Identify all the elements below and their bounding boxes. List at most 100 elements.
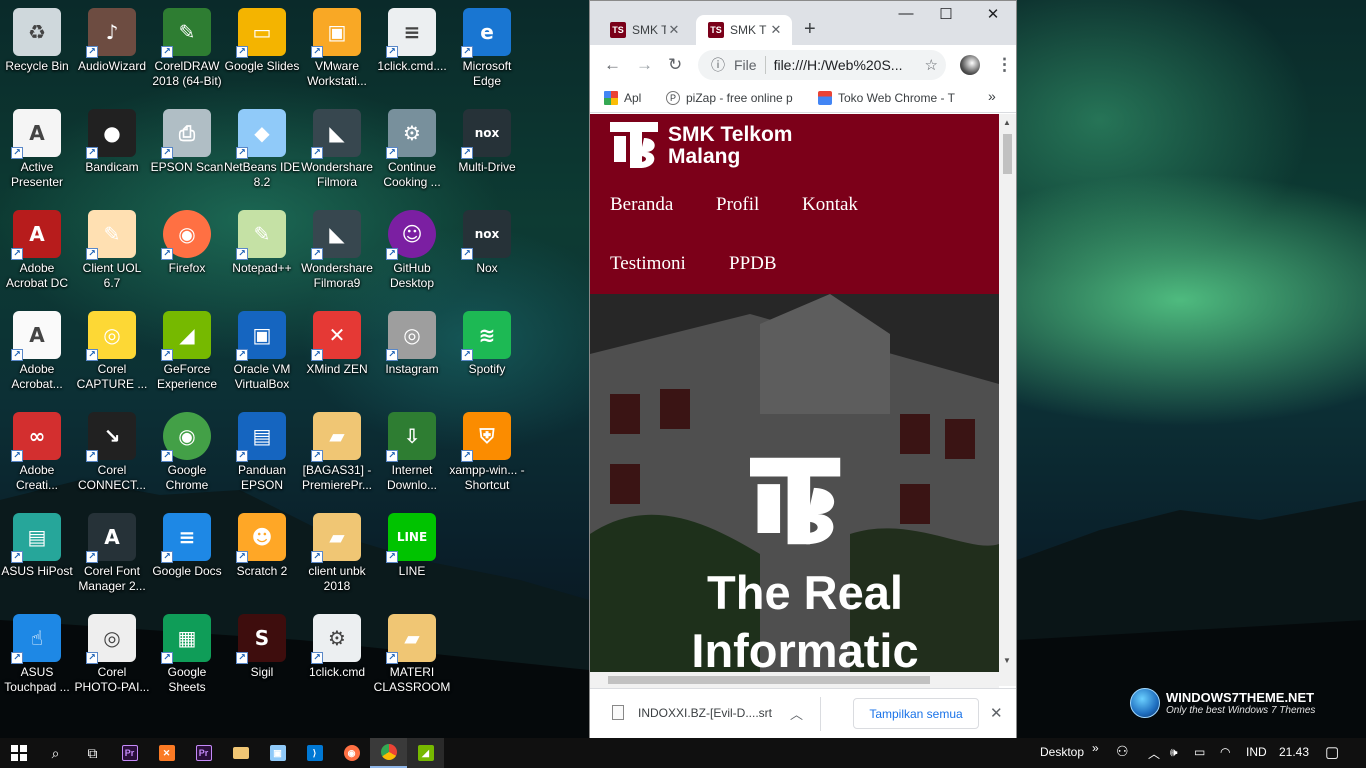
horizontal-scroll-thumb[interactable] — [608, 676, 930, 684]
desktop-icon[interactable]: ⎙ ↗ EPSON Scan — [150, 101, 224, 199]
toolbar-overflow-icon[interactable]: » — [1092, 741, 1099, 755]
desktop-icon[interactable]: ◎ ↗ Instagram — [375, 303, 449, 401]
desktop-icon[interactable]: ◣ ↗ Wondershare Filmora — [300, 101, 374, 199]
desktop-icon[interactable]: ▣ ↗ VMware Workstati... — [300, 0, 374, 98]
start-button[interactable] — [0, 738, 37, 768]
new-tab-button[interactable]: + — [804, 18, 816, 41]
desktop-icon[interactable]: ⚙ ↗ 1click.cmd — [300, 606, 374, 704]
desktop-icon[interactable]: ♪ ↗ AudioWizard — [75, 0, 149, 98]
desktop-icon[interactable]: ◢ ↗ GeForce Experience — [150, 303, 224, 401]
address-bar[interactable]: ⓘ File file:///H:/Web%20S... ☆ — [698, 50, 946, 80]
language-indicator[interactable]: IND — [1246, 745, 1267, 759]
close-window-button[interactable]: ✕ — [977, 5, 1009, 27]
show-all-downloads-button[interactable]: Tampilkan semua — [853, 698, 979, 729]
desktop-icon[interactable]: A ↗ Corel Font Manager 2... — [75, 505, 149, 603]
chevron-up-icon[interactable]: ︿ — [1148, 745, 1160, 762]
geforce-taskbar-icon[interactable]: ◢ — [407, 738, 444, 768]
maximize-button[interactable]: ☐ — [930, 5, 962, 27]
desktop-icon[interactable]: ▣ ↗ Oracle VM VirtualBox — [225, 303, 299, 401]
tab-smk-telkom-1[interactable]: TS SMK T ✕ — [598, 15, 690, 45]
forward-arrow-icon[interactable]: → — [636, 55, 653, 75]
desktop-icon[interactable]: ∞ ↗ Adobe Creati... — [0, 404, 74, 502]
desktop-icon[interactable]: S ↗ Sigil — [225, 606, 299, 704]
horizontal-scrollbar[interactable] — [590, 672, 999, 688]
desktop-icon[interactable]: ↘ ↗ Corel CONNECT... — [75, 404, 149, 502]
desktop-icon[interactable]: A ↗ Adobe Acrobat DC — [0, 202, 74, 300]
tab-close-icon[interactable]: ✕ — [768, 22, 784, 38]
file-explorer-taskbar-icon[interactable] — [222, 738, 259, 768]
battery-icon[interactable]: ▭ — [1194, 745, 1205, 759]
premiere-pro-taskbar-icon[interactable]: Pr — [111, 738, 148, 768]
task-view-icon[interactable]: ⧉ — [74, 738, 111, 768]
reload-icon[interactable]: ↻ — [668, 55, 682, 75]
desktop-icon[interactable]: ≡ ↗ Google Docs — [150, 505, 224, 603]
kebab-menu-icon[interactable]: ⋮ — [996, 55, 1013, 75]
scroll-down-arrow-icon[interactable]: ▼ — [1003, 656, 1011, 665]
desktop-icon[interactable]: ◎ ↗ Corel CAPTURE ... — [75, 303, 149, 401]
desktop-icon[interactable]: ✎ ↗ Client UOL 6.7 — [75, 202, 149, 300]
nav-kontak[interactable]: Kontak — [802, 194, 858, 216]
desktop-icon[interactable]: ▤ ↗ Panduan EPSON — [225, 404, 299, 502]
nav-testimoni[interactable]: Testimoni — [610, 253, 686, 275]
desktop-icon[interactable]: ☺ ↗ GitHub Desktop — [375, 202, 449, 300]
bookmarks-overflow-icon[interactable]: » — [988, 88, 996, 104]
chevron-up-icon[interactable]: ︿ — [790, 704, 803, 723]
desktop-icon[interactable]: ▰ ↗ [BAGAS31] - PremierePr... — [300, 404, 374, 502]
desktop-icon[interactable]: ◣ ↗ Wondershare Filmora9 — [300, 202, 374, 300]
desktop-icon[interactable]: A ↗ Active Presenter — [0, 101, 74, 199]
desktop-icon[interactable]: ◉ ↗ Google Chrome — [150, 404, 224, 502]
info-circle-icon[interactable]: ⓘ — [708, 55, 728, 75]
desktop-icon[interactable]: ▦ ↗ Google Sheets — [150, 606, 224, 704]
bookmark-pizap[interactable]: P piZap - free online p — [666, 91, 793, 105]
vertical-scroll-thumb[interactable] — [1003, 134, 1012, 174]
profile-avatar[interactable] — [960, 55, 980, 75]
desktop-icon[interactable]: ▭ ↗ Google Slides — [225, 0, 299, 98]
desktop-icon[interactable]: ◎ ↗ Corel PHOTO-PAI... — [75, 606, 149, 704]
nav-profil[interactable]: Profil — [716, 194, 759, 216]
chrome-taskbar-icon[interactable] — [370, 738, 407, 768]
clock[interactable]: 21.43 — [1279, 745, 1309, 759]
vertical-scrollbar[interactable]: ▲ ▼ — [999, 114, 1016, 686]
download-item[interactable]: INDOXXI.BZ-[Evil-D....srt — [612, 705, 772, 720]
bookmark-webstore[interactable]: Toko Web Chrome - T — [818, 91, 955, 105]
desktop-icon[interactable]: ▰ ↗ MATERI CLASSROOM — [374, 606, 450, 704]
firefox-taskbar-icon[interactable]: ◉ — [333, 738, 370, 768]
desktop-icon[interactable]: LINE ↗ LINE — [375, 505, 449, 603]
bookmark-star-icon[interactable]: ☆ — [925, 56, 938, 74]
desktop-icon[interactable]: ● ↗ Bandicam — [75, 101, 149, 199]
nav-ppdb[interactable]: PPDB — [729, 253, 777, 275]
people-icon[interactable]: ⚇ — [1116, 743, 1129, 760]
wifi-icon[interactable]: ◠ — [1220, 745, 1230, 759]
desktop-icon[interactable]: ✕ ↗ XMind ZEN — [300, 303, 374, 401]
desktop-icon[interactable]: ⇩ ↗ Internet Downlo... — [375, 404, 449, 502]
speaker-icon[interactable]: 🕪 — [1170, 745, 1178, 760]
desktop-icon[interactable]: ≡ ↗ 1click.cmd.... — [375, 0, 449, 98]
search-icon[interactable]: ⌕ — [37, 738, 74, 768]
url-text[interactable]: file:///H:/Web%20S... — [774, 57, 924, 73]
back-arrow-icon[interactable]: ← — [604, 55, 621, 75]
desktop-icon[interactable]: ⚙ ↗ Continue Cooking ... — [375, 101, 449, 199]
desktop-icon[interactable]: ≋ ↗ Spotify — [450, 303, 524, 401]
bookmark-apps[interactable]: Apl — [604, 91, 641, 105]
desktop-icon[interactable]: ☻ ↗ Scratch 2 — [225, 505, 299, 603]
minimize-button[interactable]: — — [890, 5, 922, 27]
desktop-icon[interactable]: nox ↗ Multi-Drive — [450, 101, 524, 199]
tab-smk-telkom-2[interactable]: TS SMK T ✕ — [696, 15, 792, 45]
close-download-shelf-icon[interactable]: ✕ — [990, 704, 1003, 722]
vscode-taskbar-icon[interactable]: ⟩ — [296, 738, 333, 768]
virtualbox-taskbar-icon[interactable]: ▣ — [259, 738, 296, 768]
desktop-icon[interactable]: ✎ ↗ Notepad++ — [225, 202, 299, 300]
desktop-icon[interactable]: e ↗ Microsoft Edge — [450, 0, 524, 98]
desktop-icon[interactable]: ▤ ↗ ASUS HiPost — [0, 505, 74, 603]
desktop-icon[interactable]: ☝ ↗ ASUS Touchpad ... — [0, 606, 74, 704]
action-center-icon[interactable]: ▢ — [1325, 743, 1339, 761]
desktop-icon[interactable]: ⛨ ↗ xampp-win... - Shortcut — [449, 404, 525, 502]
desktop-icon[interactable]: ◉ ↗ Firefox — [150, 202, 224, 300]
desktop-icon[interactable]: ▰ ↗ client unbk 2018 — [300, 505, 374, 603]
xampp-taskbar-icon[interactable]: ✕ — [148, 738, 185, 768]
desktop-icon[interactable]: A ↗ Adobe Acrobat... — [0, 303, 74, 401]
desktop-icon[interactable]: nox ↗ Nox — [450, 202, 524, 300]
scroll-up-arrow-icon[interactable]: ▲ — [1003, 118, 1011, 127]
site-brand[interactable]: SMK Telkom Malang — [668, 124, 792, 168]
premiere-pro-2-taskbar-icon[interactable]: Pr — [185, 738, 222, 768]
